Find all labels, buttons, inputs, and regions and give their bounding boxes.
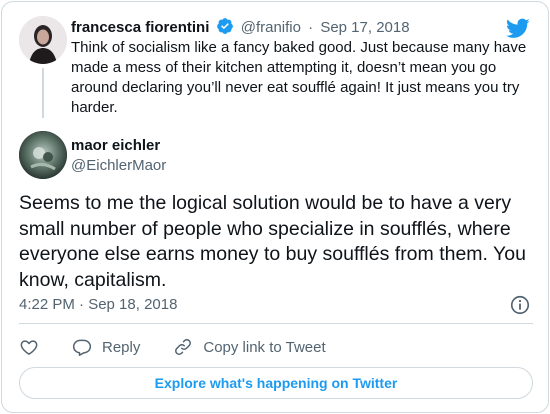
- parent-tweet-text: Think of socialism like a fancy baked go…: [71, 39, 527, 116]
- tweet-timestamp[interactable]: 4:22 PM · Sep 18, 2018: [19, 295, 177, 315]
- main-avatar[interactable]: [19, 131, 67, 179]
- copy-link-label: Copy link to Tweet: [203, 338, 326, 356]
- tweet-embed-card: francesca fiorentini @franifio · Sep 17,…: [1, 1, 549, 413]
- main-handle[interactable]: @EichlerMaor: [71, 156, 166, 176]
- like-button[interactable]: [19, 337, 39, 357]
- info-icon[interactable]: [509, 294, 531, 316]
- twitter-bird-icon[interactable]: [505, 16, 530, 40]
- parent-date[interactable]: Sep 17, 2018: [320, 19, 409, 36]
- main-name[interactable]: maor eichler: [71, 136, 160, 156]
- reply-button[interactable]: Reply: [72, 337, 140, 357]
- link-icon: [175, 339, 192, 355]
- divider: [19, 323, 533, 324]
- main-tweet-text: Seems to me the logical solution would b…: [19, 192, 526, 291]
- reply-icon: [72, 339, 92, 356]
- explore-button[interactable]: Explore what's happening on Twitter: [19, 367, 533, 399]
- parent-avatar[interactable]: [19, 16, 67, 64]
- parent-handle[interactable]: @franifio: [241, 19, 301, 36]
- copy-link-button[interactable]: Copy link to Tweet: [173, 337, 326, 357]
- thread-connector-line: [42, 68, 44, 118]
- header-separator: ·: [308, 19, 314, 36]
- action-bar: Reply Copy link to Tweet: [19, 335, 326, 359]
- heart-icon: [20, 340, 38, 355]
- parent-name[interactable]: francesca fiorentini: [71, 19, 209, 36]
- reply-label: Reply: [102, 338, 141, 356]
